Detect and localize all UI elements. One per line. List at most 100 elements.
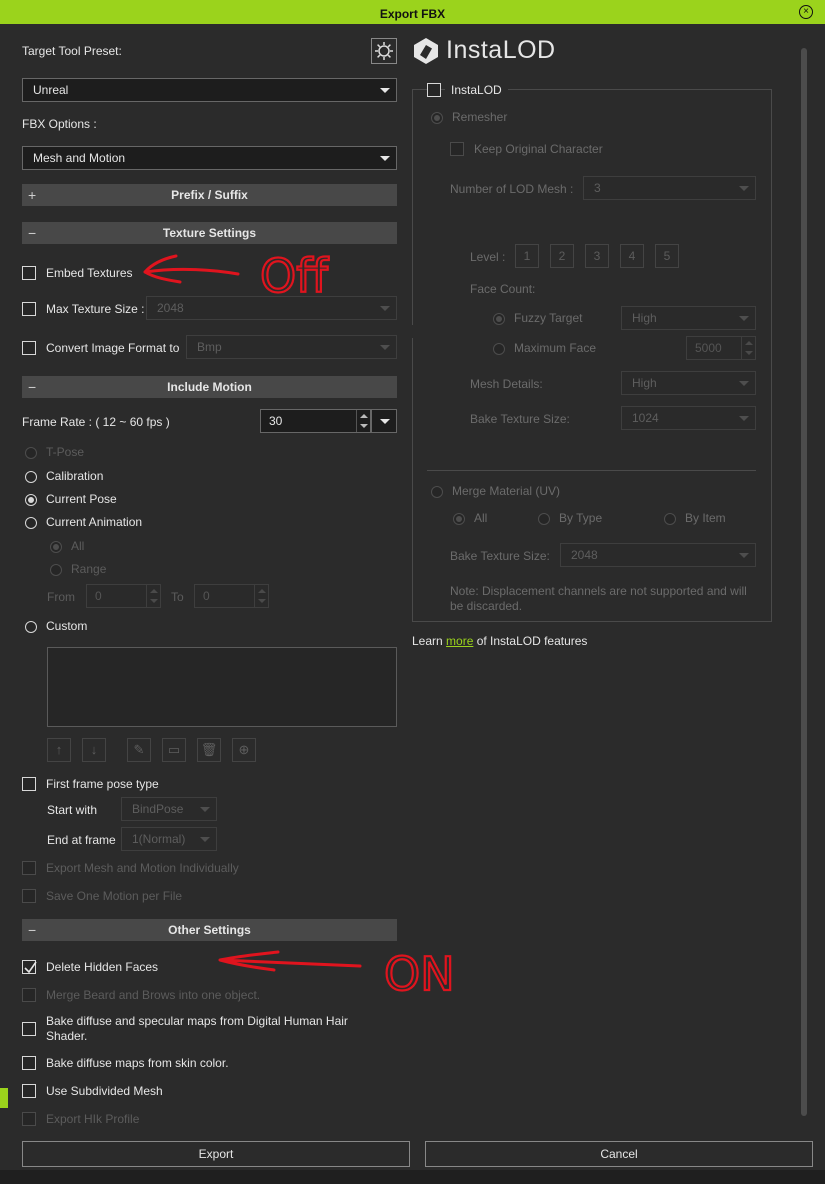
title-bar: Export FBX × [0,0,825,28]
prefix-suffix-section[interactable]: + Prefix / Suffix [22,184,397,206]
delete-motion-button[interactable]: 🗑 [197,738,221,762]
section-title: Other Settings [168,923,251,937]
level-button-3[interactable]: 3 [585,244,609,268]
spin-arrows-icon[interactable] [146,585,160,607]
from-spinbox[interactable]: 0 [86,584,161,608]
chevron-down-icon [739,381,749,386]
mm-by-item-radio[interactable] [664,513,676,525]
background-accent-strip [0,1088,8,1108]
remesher-radio[interactable] [431,112,443,124]
export-hik-checkbox[interactable] [22,1112,36,1126]
bake-hair-checkbox[interactable] [22,1022,36,1036]
checkmark-icon [24,961,37,974]
keep-original-label: Keep Original Character [474,142,603,156]
level-button-5[interactable]: 5 [655,244,679,268]
first-frame-checkbox[interactable] [22,777,36,791]
custom-radio[interactable] [25,621,37,633]
first-frame-label: First frame pose type [46,777,159,791]
range-radio[interactable] [50,564,62,576]
custom-label: Custom [46,619,88,633]
start-with-dropdown[interactable]: BindPose [121,797,217,821]
custom-motion-list[interactable] [47,647,397,727]
embed-textures-label: Embed Textures [46,266,133,280]
texture-settings-section[interactable]: − Texture Settings [22,222,397,244]
edit-icon: ✎ [133,742,145,757]
add-motion-button[interactable]: ⊕ [232,738,256,762]
level-label: Level : [470,250,506,264]
export-button[interactable]: Export [22,1141,410,1167]
export-individually-checkbox[interactable] [22,861,36,875]
spin-arrows-icon[interactable] [356,410,370,432]
current-animation-radio[interactable] [25,517,37,529]
calibration-label: Calibration [46,469,104,483]
open-folder-button[interactable]: ▭ [162,738,186,762]
level-button-4[interactable]: 4 [620,244,644,268]
fbx-options-value: Mesh and Motion [33,151,126,165]
close-icon[interactable]: × [799,5,813,19]
delete-hidden-label: Delete Hidden Faces [46,960,159,974]
chevron-down-icon [200,837,210,842]
mm-all-radio[interactable] [453,513,465,525]
all-radio[interactable] [50,541,62,553]
add-file-icon: ⊕ [238,742,250,757]
bake-texture-label: Bake Texture Size: [470,412,570,426]
bake-skin-checkbox[interactable] [22,1056,36,1070]
use-subdivided-checkbox[interactable] [22,1084,36,1098]
bake-hair-label: Bake diffuse and specular maps from Digi… [46,1014,348,1043]
current-pose-radio[interactable] [25,494,37,506]
level-button-1[interactable]: 1 [515,244,539,268]
fuzzy-target-dropdown[interactable]: High [621,306,756,330]
move-down-button[interactable]: ↓ [82,738,106,762]
learn-more-link[interactable]: more [446,634,473,648]
maximum-face-spinbox[interactable]: 5000 [686,336,756,360]
vertical-scrollbar[interactable] [801,48,807,1116]
maximum-face-radio[interactable] [493,343,505,355]
save-one-motion-checkbox[interactable] [22,889,36,903]
end-at-frame-dropdown[interactable]: 1(Normal) [121,827,217,851]
delete-hidden-checkbox[interactable] [22,960,37,974]
settings-gear-button[interactable] [371,38,397,64]
convert-format-checkbox[interactable] [22,341,36,355]
target-preset-dropdown[interactable]: Unreal [22,78,397,102]
trash-icon: 🗑 [200,742,218,757]
move-up-button[interactable]: ↑ [47,738,71,762]
bake-skin-label: Bake diffuse maps from skin color. [46,1056,229,1070]
fuzzy-target-radio[interactable] [493,313,505,325]
to-value: 0 [203,589,210,603]
bake-texture-dropdown[interactable]: 1024 [621,406,756,430]
folder-icon: ▭ [167,742,181,757]
minus-icon: − [28,922,37,938]
instalod-checkbox[interactable] [427,83,441,97]
edit-motion-button[interactable]: ✎ [127,738,151,762]
spin-arrows-icon[interactable] [741,337,755,359]
max-texture-size-checkbox[interactable] [22,302,36,316]
merge-material-radio[interactable] [431,486,443,498]
frame-rate-dropdown[interactable] [371,409,397,433]
mm-bake-texture-dropdown[interactable]: 2048 [560,543,756,567]
convert-format-dropdown[interactable]: Bmp [186,335,397,359]
instalod-checkbox-label: InstaLOD [445,83,508,97]
off-annotation-text: Off [260,252,329,303]
learn-prefix: Learn [412,634,447,648]
current-animation-label: Current Animation [46,515,143,529]
export-hik-label: Export HIk Profile [46,1112,140,1126]
spin-arrows-icon[interactable] [254,585,268,607]
merge-material-label: Merge Material (UV) [452,484,561,498]
include-motion-section[interactable]: − Include Motion [22,376,397,398]
embed-textures-checkbox[interactable] [22,266,36,280]
calibration-radio[interactable] [25,471,37,483]
cancel-button[interactable]: Cancel [425,1141,813,1167]
mesh-details-dropdown[interactable]: High [621,371,756,395]
num-lod-dropdown[interactable]: 3 [583,176,756,200]
tpose-radio[interactable] [25,447,37,459]
merge-beard-checkbox[interactable] [22,988,36,1002]
maximum-face-label: Maximum Face [514,341,597,355]
fbx-options-dropdown[interactable]: Mesh and Motion [22,146,397,170]
mm-by-type-radio[interactable] [538,513,550,525]
to-spinbox[interactable]: 0 [194,584,269,608]
all-label: All [71,539,85,553]
frame-rate-spinbox[interactable]: 30 [260,409,371,433]
other-settings-section[interactable]: − Other Settings [22,919,397,941]
level-button-2[interactable]: 2 [550,244,574,268]
keep-original-checkbox[interactable] [450,142,464,156]
